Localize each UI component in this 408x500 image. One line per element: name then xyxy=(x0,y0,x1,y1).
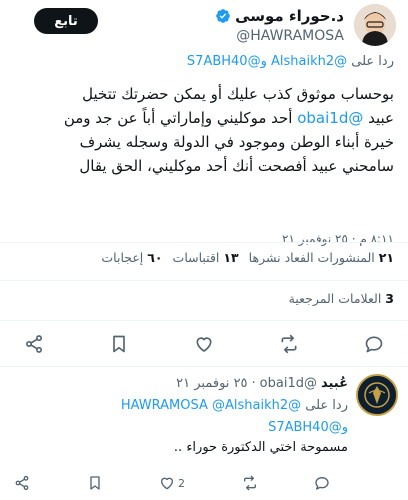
share-button[interactable] xyxy=(22,332,46,356)
replying-to-handles[interactable]: @Alshaikh2 و@S7ABH40 xyxy=(187,54,347,69)
tweet-header: د.حوراء موسى @HAWRAMOSA تابع xyxy=(0,0,408,50)
reply-author-avatar[interactable] xyxy=(356,374,398,416)
tweet-text: بوحساب موثوق كذب عليك أو يمكن حضرتك تتخي… xyxy=(14,82,394,178)
share-icon xyxy=(26,335,42,353)
stat-bookmarks[interactable]: 3العلامات المرجعية xyxy=(289,291,394,306)
reply-bookmark-button[interactable] xyxy=(87,475,103,491)
stat-quoted[interactable]: ٢١المنشورات الفعاد نشرها xyxy=(249,250,394,265)
author-avatar[interactable] xyxy=(354,4,396,46)
reply-reply-button[interactable] xyxy=(314,475,330,491)
heart-icon xyxy=(161,477,173,490)
reply-date[interactable]: ٢٥ نوفمبر ٢١ xyxy=(176,376,247,391)
tweet-line: عبيد @obai1d أحد موكليني وإماراتي أباً ع… xyxy=(63,109,394,127)
share-icon xyxy=(15,475,29,491)
reply-icon xyxy=(365,336,383,353)
divider xyxy=(0,320,408,321)
reply-mentions-2[interactable]: و@S7ABH40 xyxy=(268,420,348,435)
bookmark-icon xyxy=(113,335,125,353)
reply-author-handle[interactable]: @obai1d xyxy=(260,376,317,391)
tweet-line: سامحني عبيد أفصحت أنك أحد موكليني، الحق … xyxy=(79,157,394,175)
reply-mentions[interactable]: @HAWRAMOSA @Alshaikh2 xyxy=(121,398,301,413)
reply-like-button[interactable]: 2 xyxy=(159,475,185,491)
retweet-icon xyxy=(243,475,256,491)
tweet-line: بوحساب موثوق كذب عليك أو يمكن حضرتك تتخي… xyxy=(82,85,394,103)
reply-retweet-button[interactable] xyxy=(242,475,258,491)
tweet-line: خيرة أبناء الوطن وموجود في الدولة وسجله … xyxy=(79,133,394,151)
like-button[interactable] xyxy=(192,332,216,356)
heart-icon xyxy=(196,337,212,352)
author-name-block: د.حوراء موسى @HAWRAMOSA xyxy=(215,6,344,44)
retweet-icon xyxy=(281,334,297,354)
emblem-image xyxy=(358,376,396,414)
retweet-button[interactable] xyxy=(277,332,301,356)
divider xyxy=(0,366,408,367)
reply-author-name[interactable]: عُبيد xyxy=(321,376,348,391)
bookmark-button[interactable] xyxy=(107,332,131,356)
reply-text: مسموحة اختي الدكتورة حوراء .. xyxy=(173,440,348,455)
stat-likes[interactable]: ٦٠إعجابات xyxy=(101,250,162,265)
stat-retweets[interactable]: ١٣اقتباسات xyxy=(173,250,239,265)
mention-link[interactable]: @obai1d xyxy=(297,109,363,127)
reply-share-button[interactable] xyxy=(14,475,30,491)
follow-button[interactable]: تابع xyxy=(34,8,98,34)
avatar-image xyxy=(354,4,396,46)
tweet-actions xyxy=(22,330,386,358)
reply-header: عُبيد @obai1d · ٢٥ نوفمبر ٢١ xyxy=(176,376,348,391)
reply-like-count: 2 xyxy=(178,476,185,490)
verified-badge-icon xyxy=(215,8,231,24)
author-display-name[interactable]: د.حوراء موسى xyxy=(215,7,344,25)
reply-actions: 2 xyxy=(14,472,330,494)
divider xyxy=(0,280,408,281)
author-handle[interactable]: @HAWRAMOSA xyxy=(215,28,344,44)
bookmark-icon xyxy=(89,476,100,490)
reply-icon xyxy=(315,477,329,490)
reply-replying-to: ردا على @HAWRAMOSA @Alshaikh2 xyxy=(120,398,348,413)
reply-button[interactable] xyxy=(362,332,386,356)
replying-to: ردا على @Alshaikh2 و@S7ABH40 xyxy=(186,54,394,69)
tweet-stats: ٢١المنشورات الفعاد نشرها ١٣اقتباسات ٦٠إع… xyxy=(14,243,394,271)
